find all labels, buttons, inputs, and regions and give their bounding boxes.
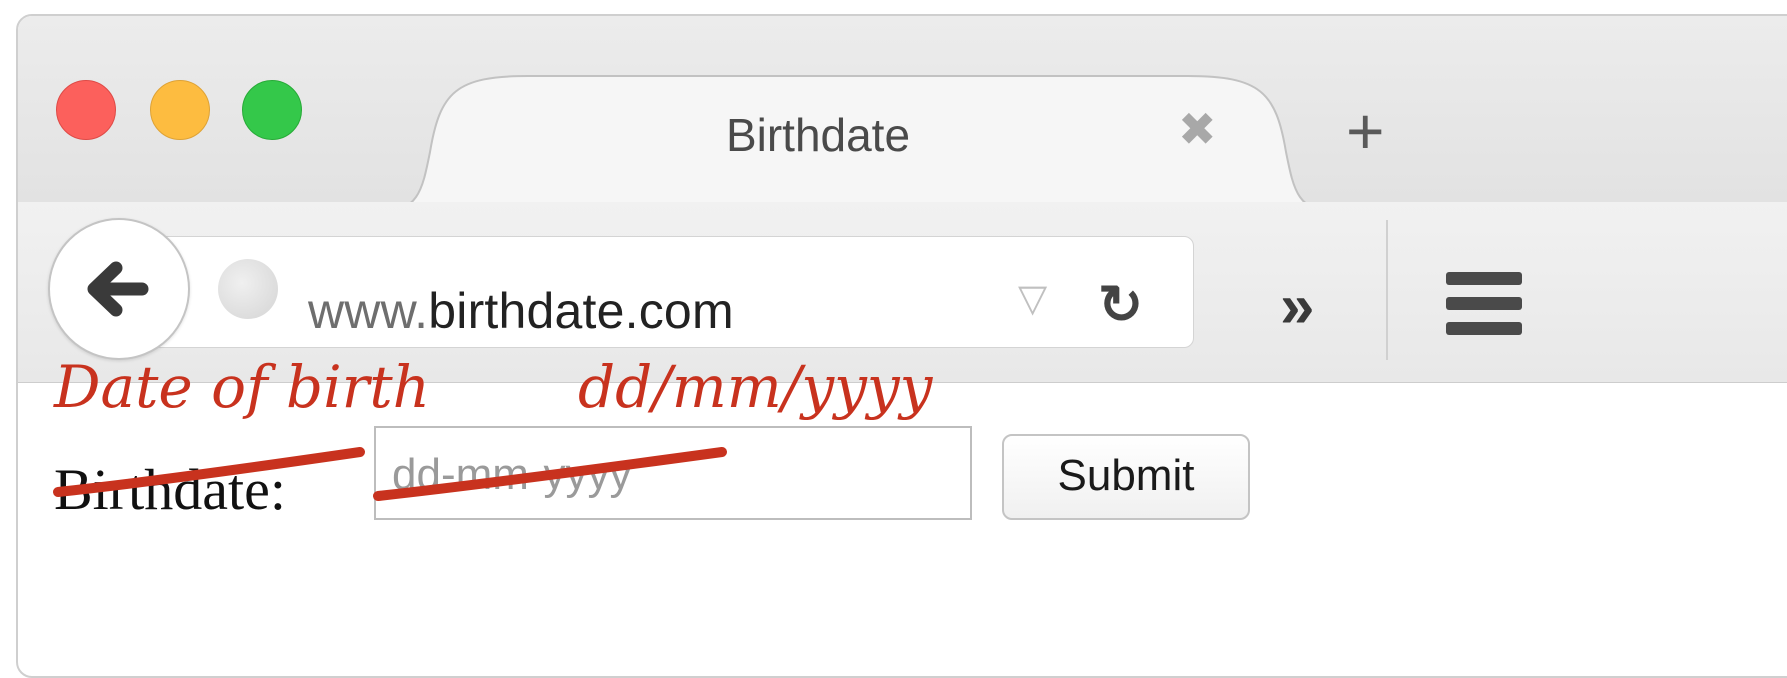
back-arrow-icon (87, 261, 149, 317)
zoom-window-button[interactable] (242, 80, 302, 140)
plus-icon[interactable]: + (1346, 98, 1385, 164)
tab-strip: Birthdate ✖ + (18, 16, 1787, 212)
minimize-window-button[interactable] (150, 80, 210, 140)
url-prefix: www. (308, 283, 429, 339)
double-chevron-icon[interactable]: » (1280, 276, 1314, 338)
back-button[interactable] (48, 218, 190, 360)
annotation-label-correction: Date of birth (54, 353, 431, 421)
birthdate-label: Birthdate: (54, 457, 286, 522)
url-host: birthdate.com (428, 283, 734, 339)
toolbar-divider (1386, 220, 1388, 360)
menu-bar-top (1446, 272, 1522, 285)
browser-window: Birthdate ✖ + www.birthdate.com ▽ ↻ » Bi… (16, 14, 1787, 678)
url-text[interactable]: www.birthdate.com (308, 282, 734, 340)
menu-bar-middle (1446, 297, 1522, 310)
submit-button[interactable]: Submit (1002, 434, 1250, 520)
close-window-button[interactable] (56, 80, 116, 140)
dropdown-triangle-icon[interactable]: ▽ (1018, 280, 1047, 318)
close-icon[interactable]: ✖ (1178, 106, 1217, 152)
reload-icon[interactable]: ↻ (1098, 278, 1143, 332)
annotation-format-correction: dd/mm/yyyy (578, 353, 933, 421)
tab-title: Birthdate (725, 109, 911, 161)
hamburger-menu-icon[interactable] (1446, 272, 1522, 347)
birthdate-input[interactable]: dd-mm-yyyy (374, 426, 972, 520)
globe-icon[interactable] (218, 259, 278, 319)
menu-bar-bottom (1446, 322, 1522, 335)
